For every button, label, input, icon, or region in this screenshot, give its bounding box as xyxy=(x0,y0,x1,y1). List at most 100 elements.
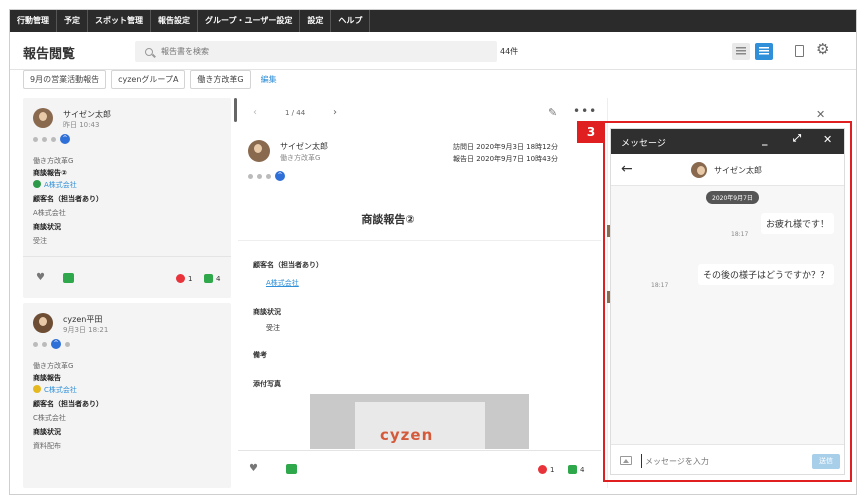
status-dot xyxy=(51,136,56,142)
close-icon[interactable]: ✕ xyxy=(816,108,825,121)
status-dots: ^ xyxy=(33,134,70,144)
report-title: 商談報告② xyxy=(361,213,415,226)
status-dot xyxy=(33,341,38,347)
edit-filters-link[interactable]: 編集 xyxy=(261,74,277,85)
customer-link[interactable]: A株式会社 xyxy=(266,278,299,288)
heart-icon[interactable]: ♥ xyxy=(249,463,258,474)
list-view-button[interactable] xyxy=(732,43,750,60)
field-label: 顧客名（担当者あり） xyxy=(33,400,103,408)
next-report-button[interactable]: › xyxy=(333,107,337,118)
field-value: 受注 xyxy=(266,324,280,332)
visit-date: 訪問日 2020年9月3日 18時12分 xyxy=(453,143,558,151)
heart-icon[interactable]: ♥ xyxy=(36,272,45,283)
result-count: 44件 xyxy=(500,47,519,56)
divider xyxy=(238,240,601,241)
nav-help[interactable]: ヘルプ xyxy=(331,10,371,32)
export-icon[interactable] xyxy=(795,45,804,57)
detail-user-name: サイゼン太郎 xyxy=(280,142,328,151)
report-card[interactable]: cyzen平田 9月3日 18:21 ^ 働き方改革G 商談報告 C株式会社 顧… xyxy=(23,303,231,488)
divider xyxy=(23,256,231,257)
read-icon: ^ xyxy=(275,171,285,181)
gear-icon[interactable]: ⚙ xyxy=(816,41,829,58)
status-dots: ^ xyxy=(33,339,70,349)
field-label: 商談状況 xyxy=(33,428,61,436)
status-dots: ^ xyxy=(248,171,285,181)
close-icon[interactable]: ✕ xyxy=(823,133,832,146)
image-attach-icon[interactable] xyxy=(620,456,632,465)
prev-report-button[interactable]: ‹ xyxy=(253,107,257,118)
report-time: 昨日 10:43 xyxy=(63,121,100,129)
page-header: 報告閲覧 44件 ⚙ xyxy=(10,32,856,70)
map-pin-icon xyxy=(33,385,41,393)
more-icon[interactable]: ••• xyxy=(573,104,597,118)
report-detail: ‹ 1 / 44 › ✎ ••• サイゼン太郎 働き方改革G 訪問日 2020年… xyxy=(238,98,601,488)
field-value: C株式会社 xyxy=(33,414,66,422)
status-dot xyxy=(42,136,47,142)
message-input-bar: 送信 xyxy=(611,444,844,474)
comment-count-icon xyxy=(568,465,577,474)
message-subheader: ← サイゼン太郎 xyxy=(611,154,844,186)
like-count-icon xyxy=(538,465,547,474)
search-input[interactable] xyxy=(161,47,461,56)
user-name: cyzen平田 xyxy=(63,315,103,324)
page-title: 報告閲覧 xyxy=(23,47,76,62)
date-chip: 2020年9月7日 xyxy=(706,191,759,204)
expand-icon[interactable]: ⤢ xyxy=(793,133,801,144)
field-value: A株式会社 xyxy=(33,209,66,217)
nav-activity[interactable]: 行動管理 xyxy=(10,10,57,32)
status-dot xyxy=(257,173,262,179)
comment-icon[interactable] xyxy=(286,464,297,474)
group-name: 働き方改革G xyxy=(33,362,74,370)
filter-tags: 9月の営業活動報告 cyzenグループA 働き方改革G 編集 xyxy=(23,70,277,89)
message-input[interactable] xyxy=(641,454,791,468)
status-dot xyxy=(266,173,271,179)
card-view-button[interactable] xyxy=(755,43,773,60)
comment-icon[interactable] xyxy=(63,273,74,283)
company-link[interactable]: A株式会社 xyxy=(33,180,77,190)
message-bubble: お疲れ様です！ xyxy=(760,213,834,234)
status-dot xyxy=(65,341,70,347)
edit-pen-icon[interactable]: ✎ xyxy=(548,106,557,119)
status-dot xyxy=(33,136,38,142)
message-title: メッセージ xyxy=(621,139,666,149)
nav-group-user[interactable]: グループ・ユーザー設定 xyxy=(198,10,301,32)
back-arrow-icon[interactable]: ← xyxy=(621,161,633,177)
company-name: C株式会社 xyxy=(44,386,77,394)
search-box[interactable] xyxy=(135,41,497,62)
send-button[interactable]: 送信 xyxy=(812,454,840,469)
search-icon xyxy=(145,47,153,56)
message-panel: メッセージ _ ⤢ ✕ ← サイゼン太郎 2020年9月7日 お疲れ様です！ 1… xyxy=(610,128,845,475)
chat-user-name: サイゼン太郎 xyxy=(714,166,762,175)
nav-report-settings[interactable]: 報告設定 xyxy=(151,10,198,32)
report-type: 商談報告 xyxy=(33,374,61,382)
like-count: 1 xyxy=(188,275,193,283)
report-time: 9月3日 18:21 xyxy=(63,326,109,334)
comment-count: 4 xyxy=(216,275,221,283)
message-thread[interactable]: 2020年9月7日 お疲れ様です！ 18:17 その後の様子はどうですか？？ 1… xyxy=(611,186,844,444)
filter-tag[interactable]: 働き方改革G xyxy=(190,70,251,89)
field-label: 商談状況 xyxy=(253,308,281,316)
like-count: 1 xyxy=(550,466,555,474)
pager-text: 1 / 44 xyxy=(285,109,306,117)
filter-tag[interactable]: 9月の営業活動報告 xyxy=(23,70,107,89)
field-label: 顧客名（担当者あり） xyxy=(253,261,323,269)
message-bubble: その後の様子はどうですか？？ xyxy=(697,264,834,285)
report-card[interactable]: サイゼン太郎 昨日 10:43 ^ 働き方改革G 商談報告② A株式会社 顧客名… xyxy=(23,98,231,298)
nav-schedule[interactable]: 予定 xyxy=(57,10,88,32)
nav-settings[interactable]: 設定 xyxy=(300,10,332,32)
read-icon: ^ xyxy=(51,339,61,349)
map-pin-icon xyxy=(33,180,41,188)
like-count-icon xyxy=(176,274,185,283)
minimize-icon[interactable]: _ xyxy=(762,133,768,146)
resize-handle[interactable] xyxy=(234,98,237,122)
company-name: A株式会社 xyxy=(44,181,77,189)
detail-dates: 訪問日 2020年9月3日 18時12分 報告日 2020年9月7日 10時43… xyxy=(453,141,558,165)
avatar xyxy=(33,108,53,128)
filter-tag[interactable]: cyzenグループA xyxy=(111,70,186,89)
attached-photo[interactable]: cyzen xyxy=(310,394,529,449)
nav-spot[interactable]: スポット管理 xyxy=(88,10,151,32)
message-time: 18:17 xyxy=(731,231,749,238)
report-list: サイゼン太郎 昨日 10:43 ^ 働き方改革G 商談報告② A株式会社 顧客名… xyxy=(23,98,231,488)
user-name: サイゼン太郎 xyxy=(63,110,111,119)
company-link[interactable]: C株式会社 xyxy=(33,385,77,395)
